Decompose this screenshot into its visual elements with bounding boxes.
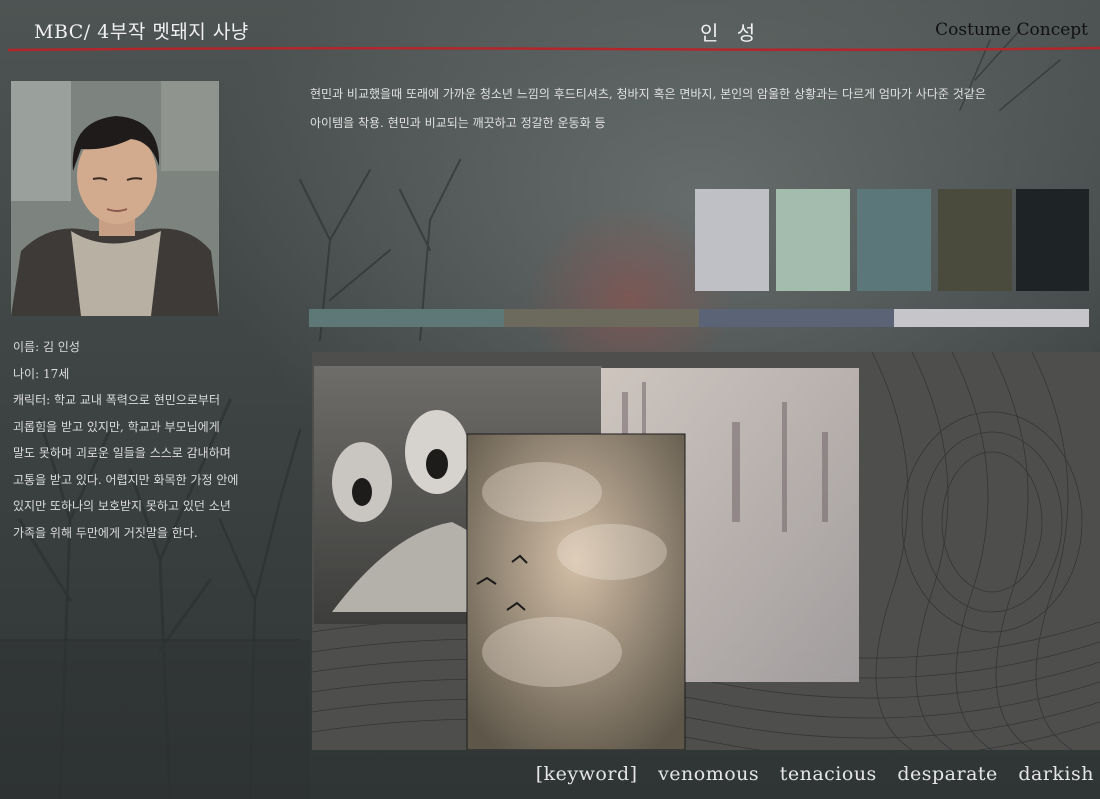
profile-character-line: 괴롭힘을 받고 있지만, 학교과 부모님에게 xyxy=(13,419,220,434)
description-line: 아이템을 착용. 현민과 비교되는 깨끗하고 정갈한 운동화 등 xyxy=(310,116,606,130)
costume-description: 현민과 비교했을때 또래에 가까운 청소년 느낌의 후드티셔츠, 청바지 혹은 … xyxy=(310,80,1090,138)
character-name-title: 인 성 xyxy=(700,21,762,45)
keyword-item: darkish xyxy=(1018,763,1094,785)
color-strip-segment xyxy=(504,309,699,327)
character-portrait xyxy=(11,81,219,316)
character-profile: 이름: 김 인성 나이: 17세 캐릭터: 학교 교내 폭력으로 현민으로부터 … xyxy=(13,334,283,546)
section-title: Costume Concept xyxy=(935,20,1088,40)
mood-collage xyxy=(312,352,1100,750)
profile-character-line: 캐릭터: 학교 교내 폭력으로 현민으로부터 xyxy=(13,393,220,407)
production-title: MBC/ 4부작 멧돼지 사냥 xyxy=(34,21,249,43)
color-swatch xyxy=(1016,189,1089,291)
profile-character-line: 가족을 위해 두만에게 거짓말을 한다. xyxy=(13,525,198,540)
keyword-item: venomous xyxy=(658,763,760,785)
keyword-item: desparate xyxy=(897,763,998,785)
description-line: 현민과 비교했을때 또래에 가까운 청소년 느낌의 후드티셔츠, 청바지 혹은 … xyxy=(310,87,986,101)
header-divider xyxy=(8,46,1100,52)
color-swatch xyxy=(695,189,769,291)
profile-character-line: 있지만 또하나의 보호받지 못하고 있던 소년 xyxy=(13,499,231,513)
color-strip-segment xyxy=(894,309,1089,327)
keyword-list: [keyword] venomous tenacious desparate d… xyxy=(536,763,1094,785)
profile-age: 나이: 17세 xyxy=(13,366,70,381)
color-swatch xyxy=(938,189,1012,291)
color-swatch xyxy=(857,189,931,291)
color-strip-segment xyxy=(309,309,504,327)
color-strip-segment xyxy=(699,309,894,327)
keyword-item: tenacious xyxy=(779,763,877,785)
profile-name: 이름: 김 인성 xyxy=(13,340,80,354)
profile-character-line: 고통을 받고 있다. 어렵지만 화목한 가정 안에 xyxy=(13,472,239,487)
profile-character-line: 말도 못하며 괴로운 일들을 스스로 감내하며 xyxy=(13,446,231,460)
keyword-label: [keyword] xyxy=(535,763,638,785)
color-swatch xyxy=(776,189,850,291)
